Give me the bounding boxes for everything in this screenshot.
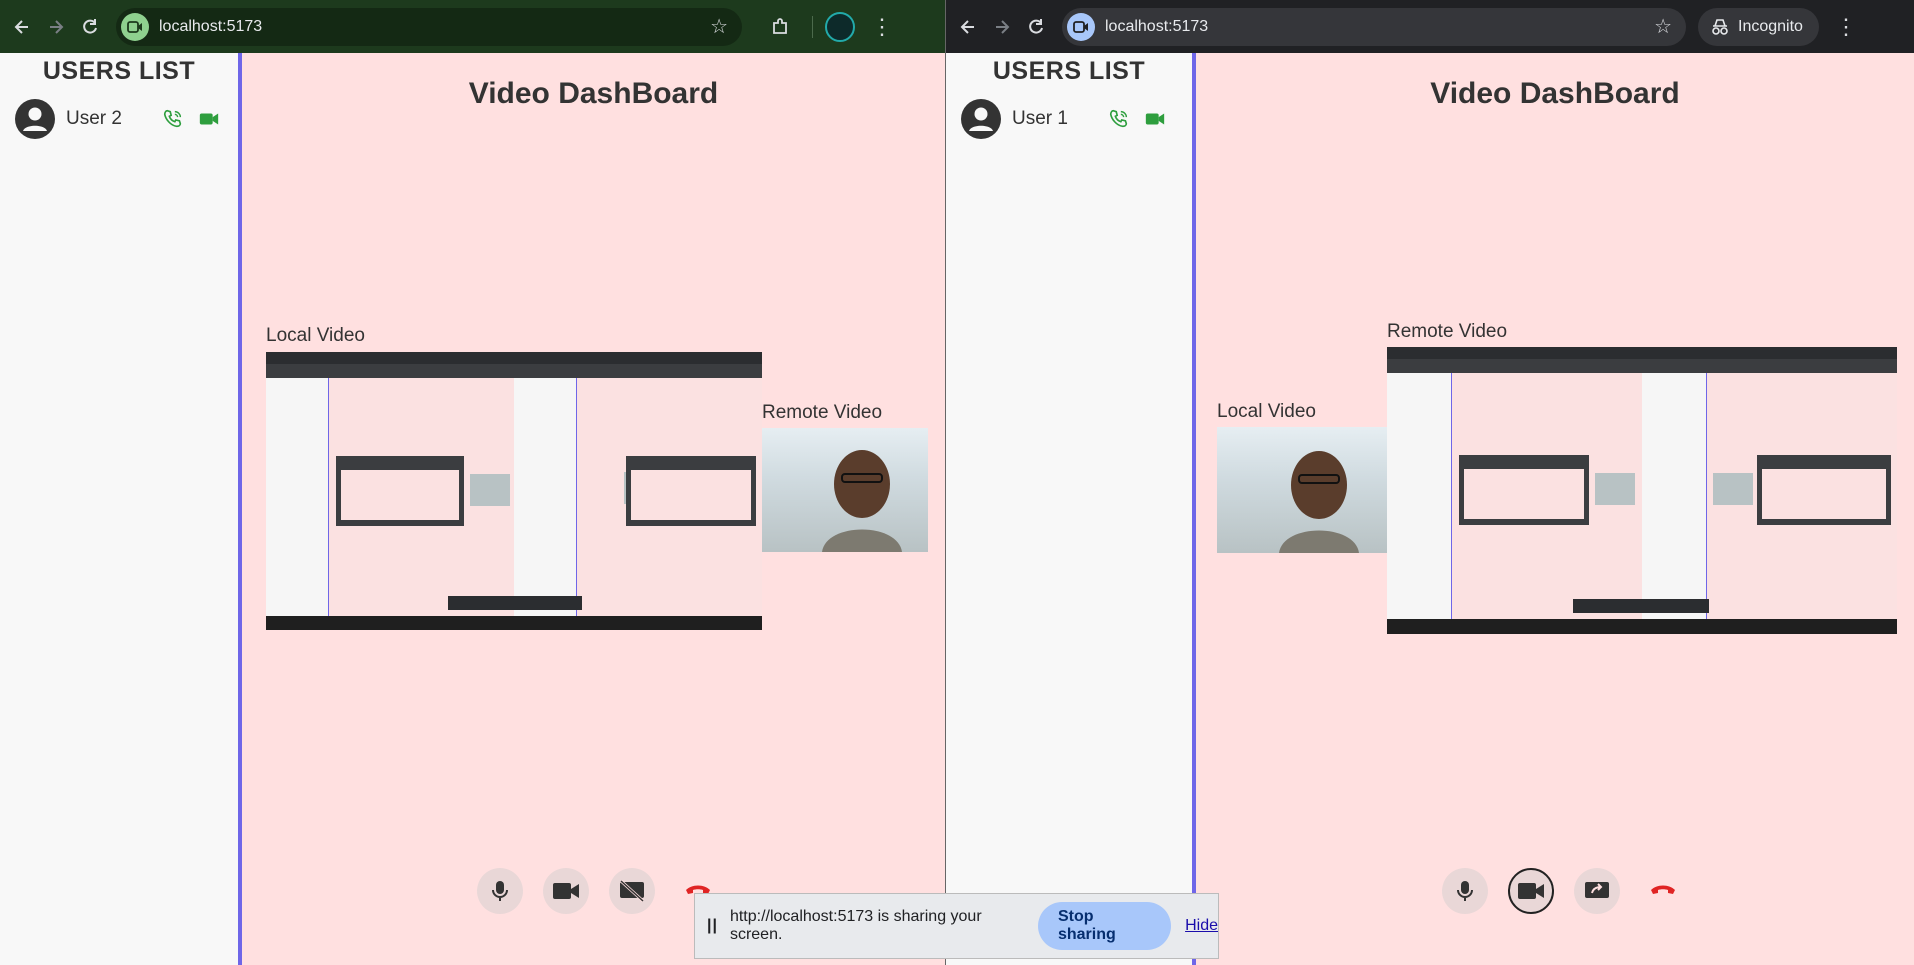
- microphone-icon: [492, 881, 508, 901]
- bookmark-star-icon[interactable]: ☆: [710, 17, 728, 37]
- remote-video-feed: [762, 428, 928, 552]
- reload-icon: [1029, 18, 1043, 34]
- extensions-puzzle-icon[interactable]: [768, 15, 792, 39]
- screen-share-off-icon: [619, 879, 645, 903]
- bookmark-star-icon[interactable]: ☆: [1654, 17, 1672, 37]
- microphone-icon: [1457, 881, 1473, 901]
- forward-button[interactable]: [990, 15, 1014, 39]
- right-browser-window-incognito: localhost:5173 ☆ Incognito ⋮ USERS LIST …: [946, 0, 1914, 965]
- user-list-item: User 1: [961, 99, 1192, 139]
- incognito-indicator[interactable]: Incognito: [1698, 7, 1819, 46]
- remote-video-label: Remote Video: [762, 402, 883, 423]
- forward-arrow-icon: [50, 19, 64, 34]
- toolbar-separator: [812, 15, 813, 38]
- camera-icon: [1518, 883, 1544, 899]
- stop-sharing-button[interactable]: Stop sharing: [1037, 902, 1172, 950]
- users-sidebar: USERS LIST User 1: [946, 53, 1196, 965]
- hang-up-icon: [1651, 885, 1675, 894]
- local-video-label: Local Video: [266, 325, 365, 346]
- camera-icon: [553, 883, 579, 899]
- left-browser-window: localhost:5173 ☆ ⋮ USERS LIST User 2 Vid…: [0, 0, 945, 965]
- app-page: USERS LIST User 1 Video DashBoard Local …: [946, 53, 1914, 965]
- sharing-message: http://localhost:5173 is sharing your sc…: [729, 908, 982, 943]
- local-video-screen-share: [266, 352, 762, 630]
- user-list-item: User 2: [15, 99, 238, 139]
- audio-call-icon[interactable]: [1108, 108, 1130, 130]
- reload-icon: [83, 18, 97, 34]
- forward-button[interactable]: [44, 15, 68, 39]
- remote-video-screen-share: [1387, 347, 1897, 634]
- hide-link[interactable]: Hide: [1185, 917, 1218, 935]
- back-button[interactable]: [956, 15, 980, 39]
- back-button[interactable]: [10, 15, 34, 39]
- back-arrow-icon: [14, 19, 28, 34]
- local-video-feed: [1217, 427, 1387, 553]
- url-text: localhost:5173: [159, 17, 263, 35]
- back-arrow-icon: [960, 19, 974, 34]
- dashboard-title: Video DashBoard: [1430, 77, 1680, 110]
- url-text: localhost:5173: [1105, 17, 1209, 35]
- reload-button[interactable]: [78, 15, 102, 39]
- user-name: User 2: [66, 108, 122, 129]
- video-dashboard: Video DashBoard Local Video Remote Video: [1196, 53, 1914, 965]
- browser-menu-icon[interactable]: ⋮: [1835, 14, 1857, 40]
- call-controls: [1442, 868, 1686, 914]
- forward-arrow-icon: [996, 19, 1010, 34]
- browser-toolbar: localhost:5173 ☆ ⋮: [0, 0, 945, 53]
- mute-mic-button[interactable]: [477, 868, 523, 914]
- user-avatar-icon: [961, 99, 1001, 139]
- audio-call-icon[interactable]: [162, 108, 184, 130]
- mute-mic-button[interactable]: [1442, 868, 1488, 914]
- user-avatar-icon: [15, 99, 55, 139]
- app-page: USERS LIST User 2 Video DashBoard Local …: [0, 53, 945, 965]
- users-list-title: USERS LIST: [42, 57, 196, 85]
- camera-toggle-button[interactable]: [1508, 868, 1554, 914]
- screen-share-button[interactable]: [1574, 868, 1620, 914]
- browser-menu-icon[interactable]: ⋮: [871, 14, 893, 40]
- user-name: User 1: [1012, 108, 1068, 129]
- site-camera-icon: [1067, 12, 1095, 41]
- browser-toolbar: localhost:5173 ☆ Incognito ⋮: [946, 0, 1914, 53]
- users-list-title: USERS LIST: [992, 57, 1146, 85]
- call-controls: [477, 868, 721, 914]
- screen-sharing-notification: || http://localhost:5173 is sharing your…: [694, 893, 1219, 959]
- address-bar[interactable]: localhost:5173 ☆: [116, 7, 742, 46]
- address-bar[interactable]: localhost:5173 ☆: [1062, 7, 1686, 46]
- end-call-button[interactable]: [1640, 868, 1686, 914]
- remote-video-label: Remote Video: [1387, 321, 1508, 342]
- dashboard-title: Video DashBoard: [468, 77, 719, 110]
- camera-toggle-button[interactable]: [543, 868, 589, 914]
- reload-button[interactable]: [1024, 15, 1048, 39]
- users-sidebar: USERS LIST User 2: [0, 53, 242, 965]
- pause-icon: ||: [707, 917, 718, 934]
- stop-screen-share-button[interactable]: [609, 868, 655, 914]
- video-call-icon[interactable]: [1144, 108, 1166, 130]
- video-call-icon[interactable]: [198, 108, 220, 130]
- incognito-icon: [1712, 18, 1728, 35]
- profile-avatar[interactable]: [825, 11, 855, 42]
- incognito-label: Incognito: [1738, 17, 1803, 35]
- screen-share-icon: [1585, 882, 1609, 898]
- site-camera-icon: [121, 12, 149, 41]
- video-dashboard: Video DashBoard Local Video Remote Video: [242, 53, 945, 965]
- local-video-label: Local Video: [1217, 401, 1316, 422]
